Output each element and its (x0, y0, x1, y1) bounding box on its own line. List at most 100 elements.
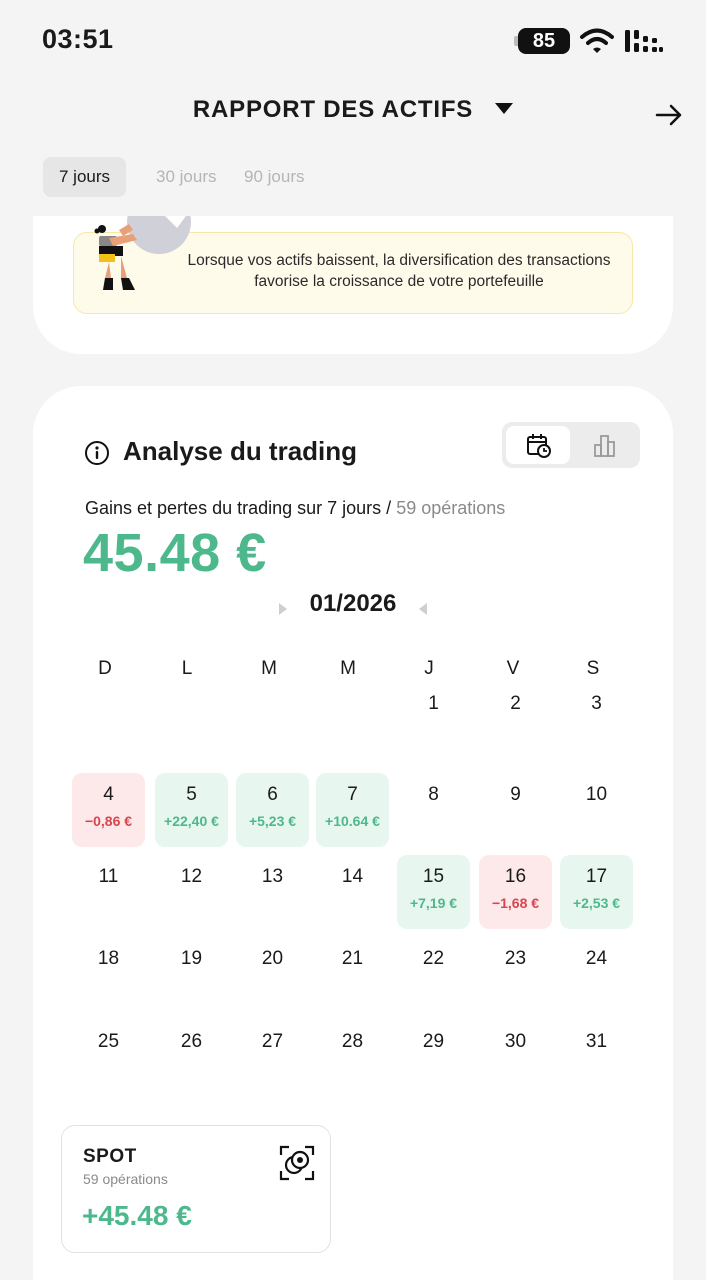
weekday-label: M (340, 658, 356, 679)
tip-text: Lorsque vos actifs baissent, la diversif… (187, 252, 611, 290)
day-number: 4 (103, 784, 114, 805)
day-number: 3 (591, 693, 602, 714)
person-illustration (94, 216, 191, 290)
month-navigator: 01/2026 (33, 590, 673, 622)
day-number: 21 (341, 948, 364, 969)
day-number: 8 (428, 784, 439, 805)
chart-view-button[interactable] (572, 426, 636, 464)
day-pnl: +22,40 € (164, 813, 219, 829)
day-number: 24 (585, 948, 608, 969)
calendar-day[interactable]: 27 (236, 1020, 309, 1094)
day-number: 28 (341, 1031, 364, 1052)
calendar-day[interactable]: 30 (479, 1020, 552, 1094)
arrow-right-icon[interactable] (654, 100, 684, 130)
total-pnl: 45.48 € (83, 523, 267, 583)
calendar-day[interactable]: 21 (316, 937, 389, 1011)
day-number: 27 (261, 1031, 284, 1052)
weekday-label: J (424, 658, 434, 679)
day-number: 20 (261, 948, 284, 969)
calendar-day[interactable]: 23 (479, 937, 552, 1011)
day-number: 25 (97, 1031, 120, 1052)
calendar-day[interactable]: 26 (155, 1020, 228, 1094)
status-bar: 03:51 85 (0, 0, 706, 80)
day-number: 2 (510, 693, 521, 714)
spot-summary-card[interactable]: SPOT 59 opérations +45.48 € (61, 1125, 331, 1253)
day-number: 9 (510, 784, 521, 805)
calendar-day[interactable]: 5 +22,40 € (155, 773, 228, 847)
day-number: 30 (504, 1031, 527, 1052)
calendar-day[interactable]: 8 (397, 773, 470, 847)
calendar-day[interactable]: 25 (72, 1020, 145, 1094)
calendar-day[interactable]: 22 (397, 937, 470, 1011)
header: RAPPORT DES ACTIFS (0, 96, 706, 136)
page-title[interactable]: RAPPORT DES ACTIFS (193, 96, 473, 124)
weekday-label: D (98, 658, 112, 679)
calendar-day[interactable]: 28 (316, 1020, 389, 1094)
calendar-day[interactable]: 1 (397, 682, 470, 756)
pnl-subtitle: Gains et pertes du trading sur 7 jours /… (85, 498, 505, 519)
view-toggle (502, 422, 640, 468)
signal-icon (625, 30, 663, 52)
pnl-subtitle-label: Gains et pertes du trading sur 7 jours / (85, 498, 392, 518)
day-number: 18 (97, 948, 120, 969)
calendar-view-button[interactable] (506, 426, 570, 464)
previous-month-arrow-icon[interactable] (279, 603, 287, 615)
day-pnl: +10.64 € (325, 813, 380, 829)
calendar-day[interactable]: 14 (316, 855, 389, 929)
day-number: 16 (504, 866, 527, 887)
day-number: 15 (422, 866, 445, 887)
calendar-day[interactable]: 3 (560, 682, 633, 756)
day-number: 11 (98, 866, 119, 887)
day-pnl: −1,68 € (491, 895, 540, 911)
calendar-day[interactable]: 9 (479, 773, 552, 847)
day-number: 19 (180, 948, 203, 969)
weekday-label: L (181, 658, 193, 679)
battery-icon: 85 (514, 28, 570, 54)
spot-coin-icon (279, 1145, 315, 1181)
calendar-day[interactable]: 13 (236, 855, 309, 929)
calendar-day[interactable]: 10 (560, 773, 633, 847)
day-number: 14 (341, 866, 364, 887)
day-number: 17 (585, 866, 608, 887)
wifi-icon (580, 28, 614, 53)
spot-operations: 59 opérations (83, 1171, 168, 1187)
tab-7-jours[interactable]: 7 jours (43, 157, 127, 197)
calendar-day[interactable]: 2 (479, 682, 552, 756)
battery-level: 85 (532, 30, 556, 52)
calendar-day[interactable]: 29 (397, 1020, 470, 1094)
day-pnl: +2,53 € (572, 895, 621, 911)
weekday-label: S (586, 658, 600, 679)
calendar-day[interactable]: 20 (236, 937, 309, 1011)
next-month-arrow-icon[interactable] (419, 603, 427, 615)
trading-analysis-card: Analyse du trading Gains et pertes du tr… (33, 386, 673, 1280)
calendar-day[interactable]: 17 +2,53 € (560, 855, 633, 929)
calendar-day[interactable]: 19 (155, 937, 228, 1011)
day-number: 31 (585, 1031, 608, 1052)
day-number: 5 (186, 784, 197, 805)
tab-90-jours[interactable]: 90 jours (228, 157, 320, 197)
weekday-label: M (261, 658, 277, 679)
calendar-day[interactable]: 6 +5,23 € (236, 773, 309, 847)
spot-pnl: +45.48 € (82, 1200, 192, 1231)
calendar-day[interactable]: 15 +7,19 € (397, 855, 470, 929)
status-time: 03:51 (42, 24, 114, 54)
caret-down-icon[interactable] (495, 102, 514, 114)
calendar-day[interactable]: 7 +10.64 € (316, 773, 389, 847)
calendar-day[interactable]: 18 (72, 937, 145, 1011)
calendar-day[interactable]: 12 (155, 855, 228, 929)
bar-chart-icon (594, 435, 615, 457)
day-pnl: −0,86 € (84, 813, 133, 829)
day-number: 1 (428, 693, 439, 714)
section-title: Analyse du trading (123, 436, 358, 466)
info-icon[interactable] (84, 440, 110, 466)
tab-30-jours[interactable]: 30 jours (140, 157, 232, 197)
calendar-day[interactable]: 24 (560, 937, 633, 1011)
day-number: 22 (422, 948, 445, 969)
calendar-day[interactable]: 31 (560, 1020, 633, 1094)
calendar-day[interactable]: 11 (72, 855, 145, 929)
calendar-day[interactable]: 4 −0,86 € (72, 773, 145, 847)
calendar-day[interactable]: 16 −1,68 € (479, 855, 552, 929)
day-number: 12 (180, 866, 203, 887)
day-number: 26 (180, 1031, 203, 1052)
month-label: 01/2026 (309, 590, 397, 617)
